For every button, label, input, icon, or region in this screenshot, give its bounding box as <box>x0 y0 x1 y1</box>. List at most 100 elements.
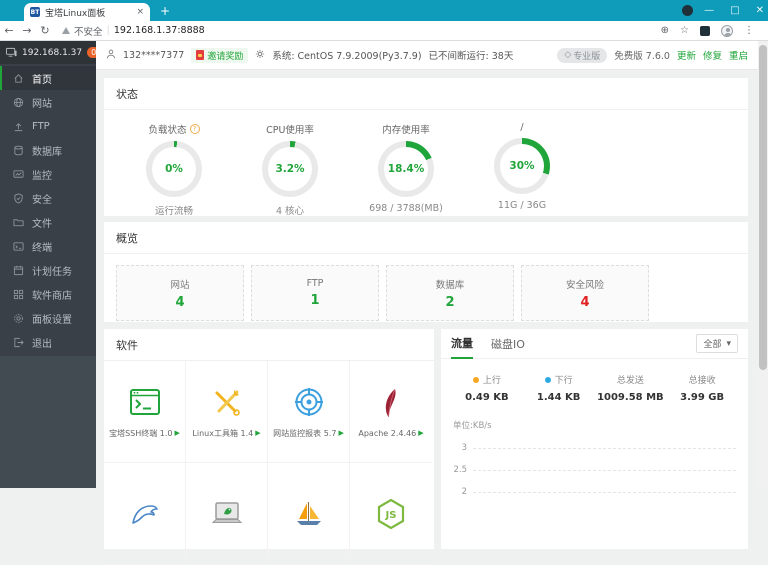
bookmark-star-icon[interactable]: ☆ <box>680 25 689 36</box>
logout-icon <box>13 337 24 348</box>
baota-favicon: BT <box>30 7 40 17</box>
overview-card-value: 1 <box>310 293 320 308</box>
pure-ftpd-icon <box>210 497 244 531</box>
gauge-subtext: 4 核心 <box>275 206 305 217</box>
reload-icon[interactable]: ↻ <box>36 24 54 37</box>
traffic-filter-select[interactable]: 全部 ▾ <box>696 334 738 353</box>
new-tab-button[interactable]: + <box>160 4 170 18</box>
sidebar-item-folder[interactable]: 文件 <box>0 210 96 234</box>
profile-avatar[interactable] <box>721 24 733 37</box>
gauge-ring: 0% <box>146 141 202 197</box>
tab-title: 宝塔Linux面板 <box>45 8 106 19</box>
extensions-icon[interactable] <box>700 25 710 36</box>
gauge-label: 负载状态 <box>148 125 187 136</box>
overview-card-value: 2 <box>445 294 455 310</box>
system-info[interactable]: 系统: CentOS 7.9.2009(Py3.7.9) <box>272 48 421 62</box>
tab-traffic[interactable]: 流量 <box>451 329 473 359</box>
sidebar-server-header[interactable]: 192.168.1.37 0 <box>0 41 101 64</box>
play-icon[interactable]: ▶ <box>175 429 180 437</box>
diamond-icon: ◇ <box>564 50 572 60</box>
shield-icon <box>13 192 24 204</box>
sidebar-item-upload[interactable]: FTP <box>0 114 96 138</box>
browser-menu-icon[interactable]: ⋮ <box>744 25 754 36</box>
software-item-bt-ssh-terminal[interactable]: 宝塔SSH终端 1.0 ▶ <box>104 361 186 463</box>
page-scrollbar[interactable] <box>758 41 768 488</box>
software-item-site-monitor[interactable]: 网站监控报表 5.7 ▶ <box>268 361 350 463</box>
software-item-label: Linux工具箱 1.4 ▶ <box>192 428 261 438</box>
back-icon[interactable]: ← <box>0 24 18 37</box>
main-content: 状态 负载状态? 0% 运行流畅 CPU使用率 3.2% 4 核心 内存使用率 18… <box>96 70 758 565</box>
software-item-nodejs[interactable]: JS <box>350 463 432 565</box>
traffic-stat-value: 0.49 KB <box>465 392 509 403</box>
window-maximize-button[interactable]: □ <box>730 5 739 16</box>
not-secure-icon <box>62 27 70 34</box>
sidebar-item-label: 计划任务 <box>32 266 72 278</box>
gauge-3: / 30% 11G / 36G <box>464 122 580 217</box>
store-icon <box>13 289 24 300</box>
repair-link[interactable]: 修复 <box>703 48 722 62</box>
overview-card-2[interactable]: 数据库 2 <box>386 265 514 321</box>
play-icon[interactable]: ▶ <box>418 429 423 437</box>
restart-link[interactable]: 重启 <box>729 48 748 62</box>
overview-title: 概览 <box>104 222 748 254</box>
address-bar[interactable]: 不安全 | 192.168.1.37:8888 <box>62 24 661 38</box>
window-minimize-button[interactable]: — <box>704 5 714 16</box>
site-monitor-icon <box>292 385 326 419</box>
sidebar-item-label: FTP <box>32 120 50 132</box>
gauge-subtext: 698 / 3788(MB) <box>369 203 443 214</box>
software-item-phpmyadmin[interactable] <box>268 463 350 565</box>
browser-tab[interactable]: BT 宝塔Linux面板 × <box>24 3 150 21</box>
sidebar-item-monitor[interactable]: 监控 <box>0 162 96 186</box>
gauge-percent: 3.2% <box>268 147 312 191</box>
sidebar-item-database[interactable]: 数据库 <box>0 138 96 162</box>
gauge-ring: 30% <box>494 138 550 194</box>
traffic-stat-label: 下行 <box>554 376 573 386</box>
username[interactable]: 132****7377 <box>123 50 184 61</box>
overview-card-0[interactable]: 网站 4 <box>116 265 244 321</box>
overview-card-3[interactable]: 安全风险 4 <box>521 265 649 321</box>
sidebar-item-store[interactable]: 软件商店 <box>0 282 96 306</box>
play-icon[interactable]: ▶ <box>255 429 260 437</box>
gauge-subtext: 运行流畅 <box>154 206 193 217</box>
help-icon[interactable]: ? <box>189 124 200 134</box>
gauge-ring: 18.4% <box>378 141 434 197</box>
titlebar-dot-icon <box>682 5 693 16</box>
invite-reward-badge[interactable]: 邀请奖励 <box>191 47 249 63</box>
uptime-text: 已不间断运行: 38天 <box>428 51 514 62</box>
forward-icon[interactable]: → <box>18 24 36 37</box>
scrollbar-thumb[interactable] <box>759 45 767 370</box>
legend-dot <box>544 376 551 383</box>
sidebar-item-label: 文件 <box>32 218 52 230</box>
window-close-button[interactable]: ✕ <box>756 5 764 16</box>
sidebar-item-shield[interactable]: 安全 <box>0 186 96 210</box>
software-item-mysql[interactable] <box>104 463 186 565</box>
tab-close-icon[interactable]: × <box>136 7 144 17</box>
server-ip: 192.168.1.37 <box>22 47 83 58</box>
gauge-subtext: 11G / 36G <box>497 200 547 211</box>
zoom-indicator-icon[interactable]: ⊕ <box>661 25 669 36</box>
pro-version-badge[interactable]: ◇ 专业版 <box>557 47 608 63</box>
globe-icon <box>13 97 24 108</box>
software-item-label: 宝塔SSH终端 1.0 ▶ <box>109 428 180 438</box>
sidebar: 192.168.1.37 0 首页 网站 FTP 数据库监控 安全文件终端计划任务软件商… <box>0 41 101 488</box>
play-icon[interactable]: ▶ <box>338 429 343 437</box>
traffic-panel: 流量 磁盘IO 全部 ▾ 上行 0.49 KB 下行 1.44 KB 总发送 100… <box>441 329 748 549</box>
update-link[interactable]: 更新 <box>677 48 696 62</box>
sidebar-item-home[interactable]: 首页 <box>0 66 96 90</box>
sidebar-item-label: 数据库 <box>32 146 62 158</box>
sidebar-item-settings[interactable]: 面板设置 <box>0 306 96 330</box>
version-text: 免费版 7.6.0 <box>614 51 670 62</box>
gauge-2: 内存使用率 18.4% 698 / 3788(MB) <box>348 122 464 217</box>
sidebar-item-globe[interactable]: 网站 <box>0 90 96 114</box>
tab-disk-io[interactable]: 磁盘IO <box>491 329 525 359</box>
software-item-apache[interactable]: Apache 2.4.46 ▶ <box>350 361 432 463</box>
gauge-label: 内存使用率 <box>382 125 430 136</box>
overview-card-1[interactable]: FTP 1 <box>251 265 379 321</box>
overview-card-label: 网站 <box>170 279 190 291</box>
sidebar-item-logout[interactable]: 退出 <box>0 330 96 354</box>
gauge-ring: 3.2% <box>262 141 318 197</box>
software-item-linux-toolbox[interactable]: Linux工具箱 1.4 ▶ <box>186 361 268 463</box>
sidebar-item-terminal[interactable]: 终端 <box>0 234 96 258</box>
software-item-pure-ftpd[interactable] <box>186 463 268 565</box>
sidebar-item-task[interactable]: 计划任务 <box>0 258 96 282</box>
